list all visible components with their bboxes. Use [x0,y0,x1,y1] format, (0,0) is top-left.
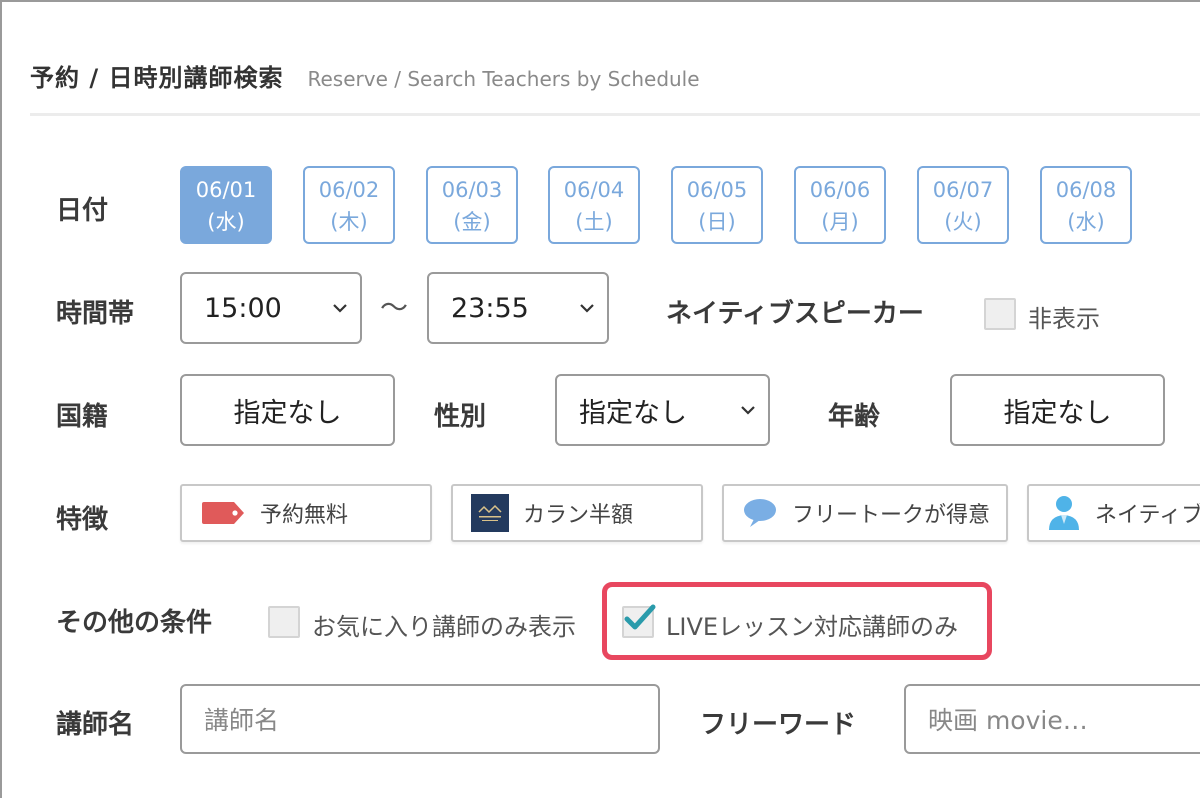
time-to-select[interactable]: 23:55 [427,272,609,344]
date-text: 06/02 [318,178,380,202]
day-text: (月) [821,210,859,234]
search-panel: 予約 / 日時別講師検索 Reserve / Search Teachers b… [0,0,1200,798]
features-label: 特徴 [56,505,109,535]
day-text: (土) [575,210,613,234]
date-text: 06/04 [563,178,625,202]
chevron-down-icon [741,406,755,415]
chevron-down-icon [580,304,594,313]
page-subtitle: Reserve / Search Teachers by Schedule [307,67,700,91]
day-text: (水) [207,210,245,234]
date-button-0602[interactable]: 06/02 (木) [303,166,395,244]
gender-select[interactable]: 指定なし [555,374,770,446]
favorites-only-checkbox[interactable] [268,606,300,638]
page-title: 予約 / 日時別講師検索 [30,64,284,92]
nationality-select[interactable]: 指定なし [180,374,395,446]
feature-label: 予約無料 [260,503,349,528]
date-button-0605[interactable]: 06/05 (日) [671,166,763,244]
native-speaker-label: ネイティブスピーカー [666,299,924,329]
checkmark-icon [624,604,656,630]
feature-label: ネイティブ [1095,503,1200,528]
date-text: 06/03 [441,178,503,202]
date-text: 06/06 [809,178,871,202]
date-label: 日付 [56,196,109,226]
nationality-label: 国籍 [56,402,109,432]
date-button-0604[interactable]: 06/04 (土) [548,166,640,244]
gender-value: 指定なし [579,397,687,429]
gender-label: 性別 [434,402,487,432]
teacher-name-label: 講師名 [56,710,135,740]
freeword-placeholder: 映画 movie… [928,706,1088,735]
teacher-name-input[interactable]: 講師名 [180,684,660,754]
nationality-value: 指定なし [233,397,342,429]
feature-label: フリートークが得意 [792,503,991,528]
teacher-name-placeholder: 講師名 [204,706,280,735]
date-button-0608[interactable]: 06/08 (水) [1040,166,1132,244]
time-from-value: 15:00 [204,292,282,324]
date-button-0603[interactable]: 06/03 (金) [426,166,518,244]
chevron-down-icon [333,304,347,313]
live-lesson-label: LIVEレッスン対応講師のみ [666,613,959,641]
date-text: 06/05 [686,178,748,202]
date-button-0607[interactable]: 06/07 (火) [917,166,1009,244]
header-divider [30,113,1200,116]
time-label: 時間帯 [56,299,135,329]
speech-bubble-icon [742,497,778,529]
time-to-value: 23:55 [451,292,529,324]
day-text: (水) [1067,210,1105,234]
day-text: (火) [944,210,982,234]
callan-logo-icon [471,494,509,532]
date-text: 06/07 [932,178,994,202]
day-text: (木) [330,210,368,234]
day-text: (金) [453,210,491,234]
date-button-0606[interactable]: 06/06 (月) [794,166,886,244]
age-select[interactable]: 指定なし [950,374,1165,446]
native-hide-label: 非表示 [1028,305,1100,333]
red-tag-icon [200,500,246,526]
other-conditions-label: その他の条件 [56,608,213,638]
date-button-0601[interactable]: 06/01 (水) [180,166,272,244]
page-header: 予約 / 日時別講師検索 Reserve / Search Teachers b… [30,58,700,93]
time-from-select[interactable]: 15:00 [180,272,362,344]
person-icon [1047,494,1081,532]
native-hide-checkbox[interactable] [984,298,1016,330]
favorites-only-label: お気に入り講師のみ表示 [312,613,576,641]
date-text: 06/01 [195,178,257,202]
freeword-label: フリーワード [700,710,857,740]
feature-free-reservation-button[interactable]: 予約無料 [180,484,432,542]
feature-free-talk-button[interactable]: フリートークが得意 [722,484,1008,542]
feature-callan-half-price-button[interactable]: カラン半額 [451,484,703,542]
age-label: 年齢 [828,402,881,432]
day-text: (日) [698,210,736,234]
date-text: 06/08 [1055,178,1117,202]
feature-native-button[interactable]: ネイティブ [1027,484,1200,542]
freeword-input[interactable]: 映画 movie… [904,684,1200,754]
age-value: 指定なし [1003,397,1112,429]
live-lesson-checkbox[interactable] [622,604,656,638]
feature-label: カラン半額 [523,503,634,528]
time-range-separator: 〜 [380,291,409,324]
